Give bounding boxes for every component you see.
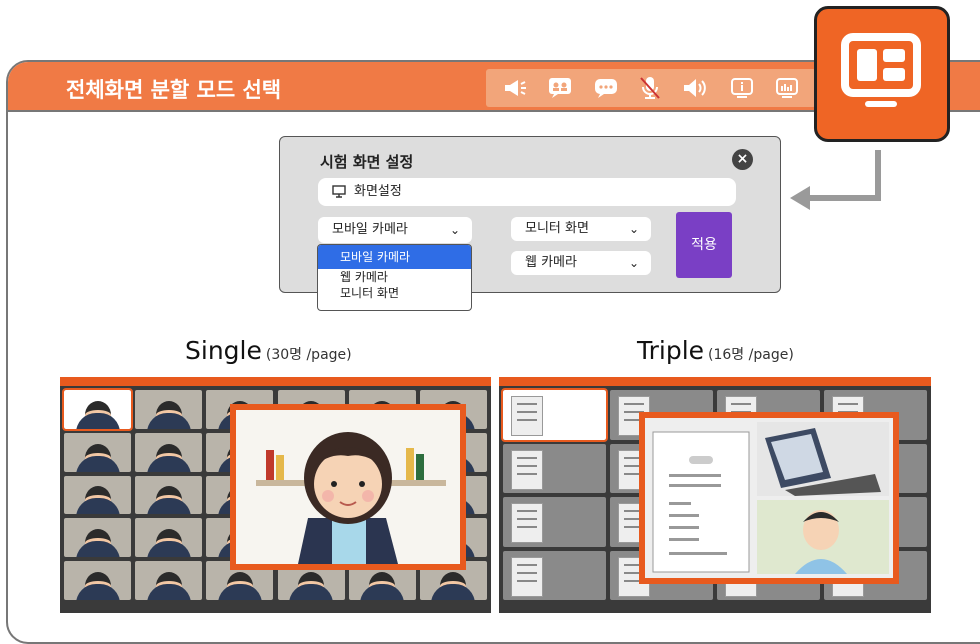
split-screen-monitor-icon[interactable] [814, 6, 950, 142]
